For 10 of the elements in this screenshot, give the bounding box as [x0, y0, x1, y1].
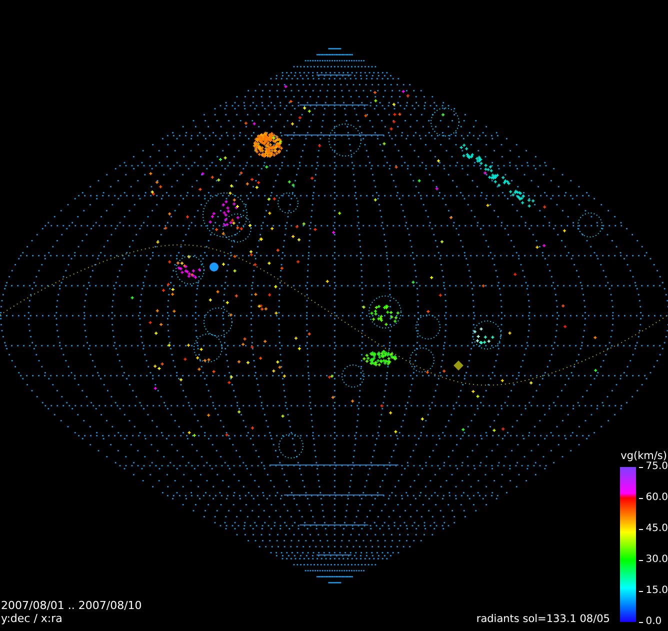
status-text: radiants sol=133.1 08/05 [476, 613, 610, 626]
colorbar-tick-label: 60.0 [646, 493, 668, 503]
axes-label: y:dec / x:ra [1, 612, 64, 625]
colorbar-tick-label: 30.0 [646, 555, 668, 565]
colorbar-title: vg(km/s) [620, 450, 667, 462]
colorbar-tick-label: 0.0 [646, 617, 662, 627]
colorbar-tick-label: 15.0 [646, 586, 668, 596]
date-range: 2007/08/01 .. 2007/08/10 [1, 599, 142, 612]
colorbar-tick-label: 45.0 [646, 524, 668, 534]
colorbar-tick-label: 75.0 [646, 462, 668, 472]
